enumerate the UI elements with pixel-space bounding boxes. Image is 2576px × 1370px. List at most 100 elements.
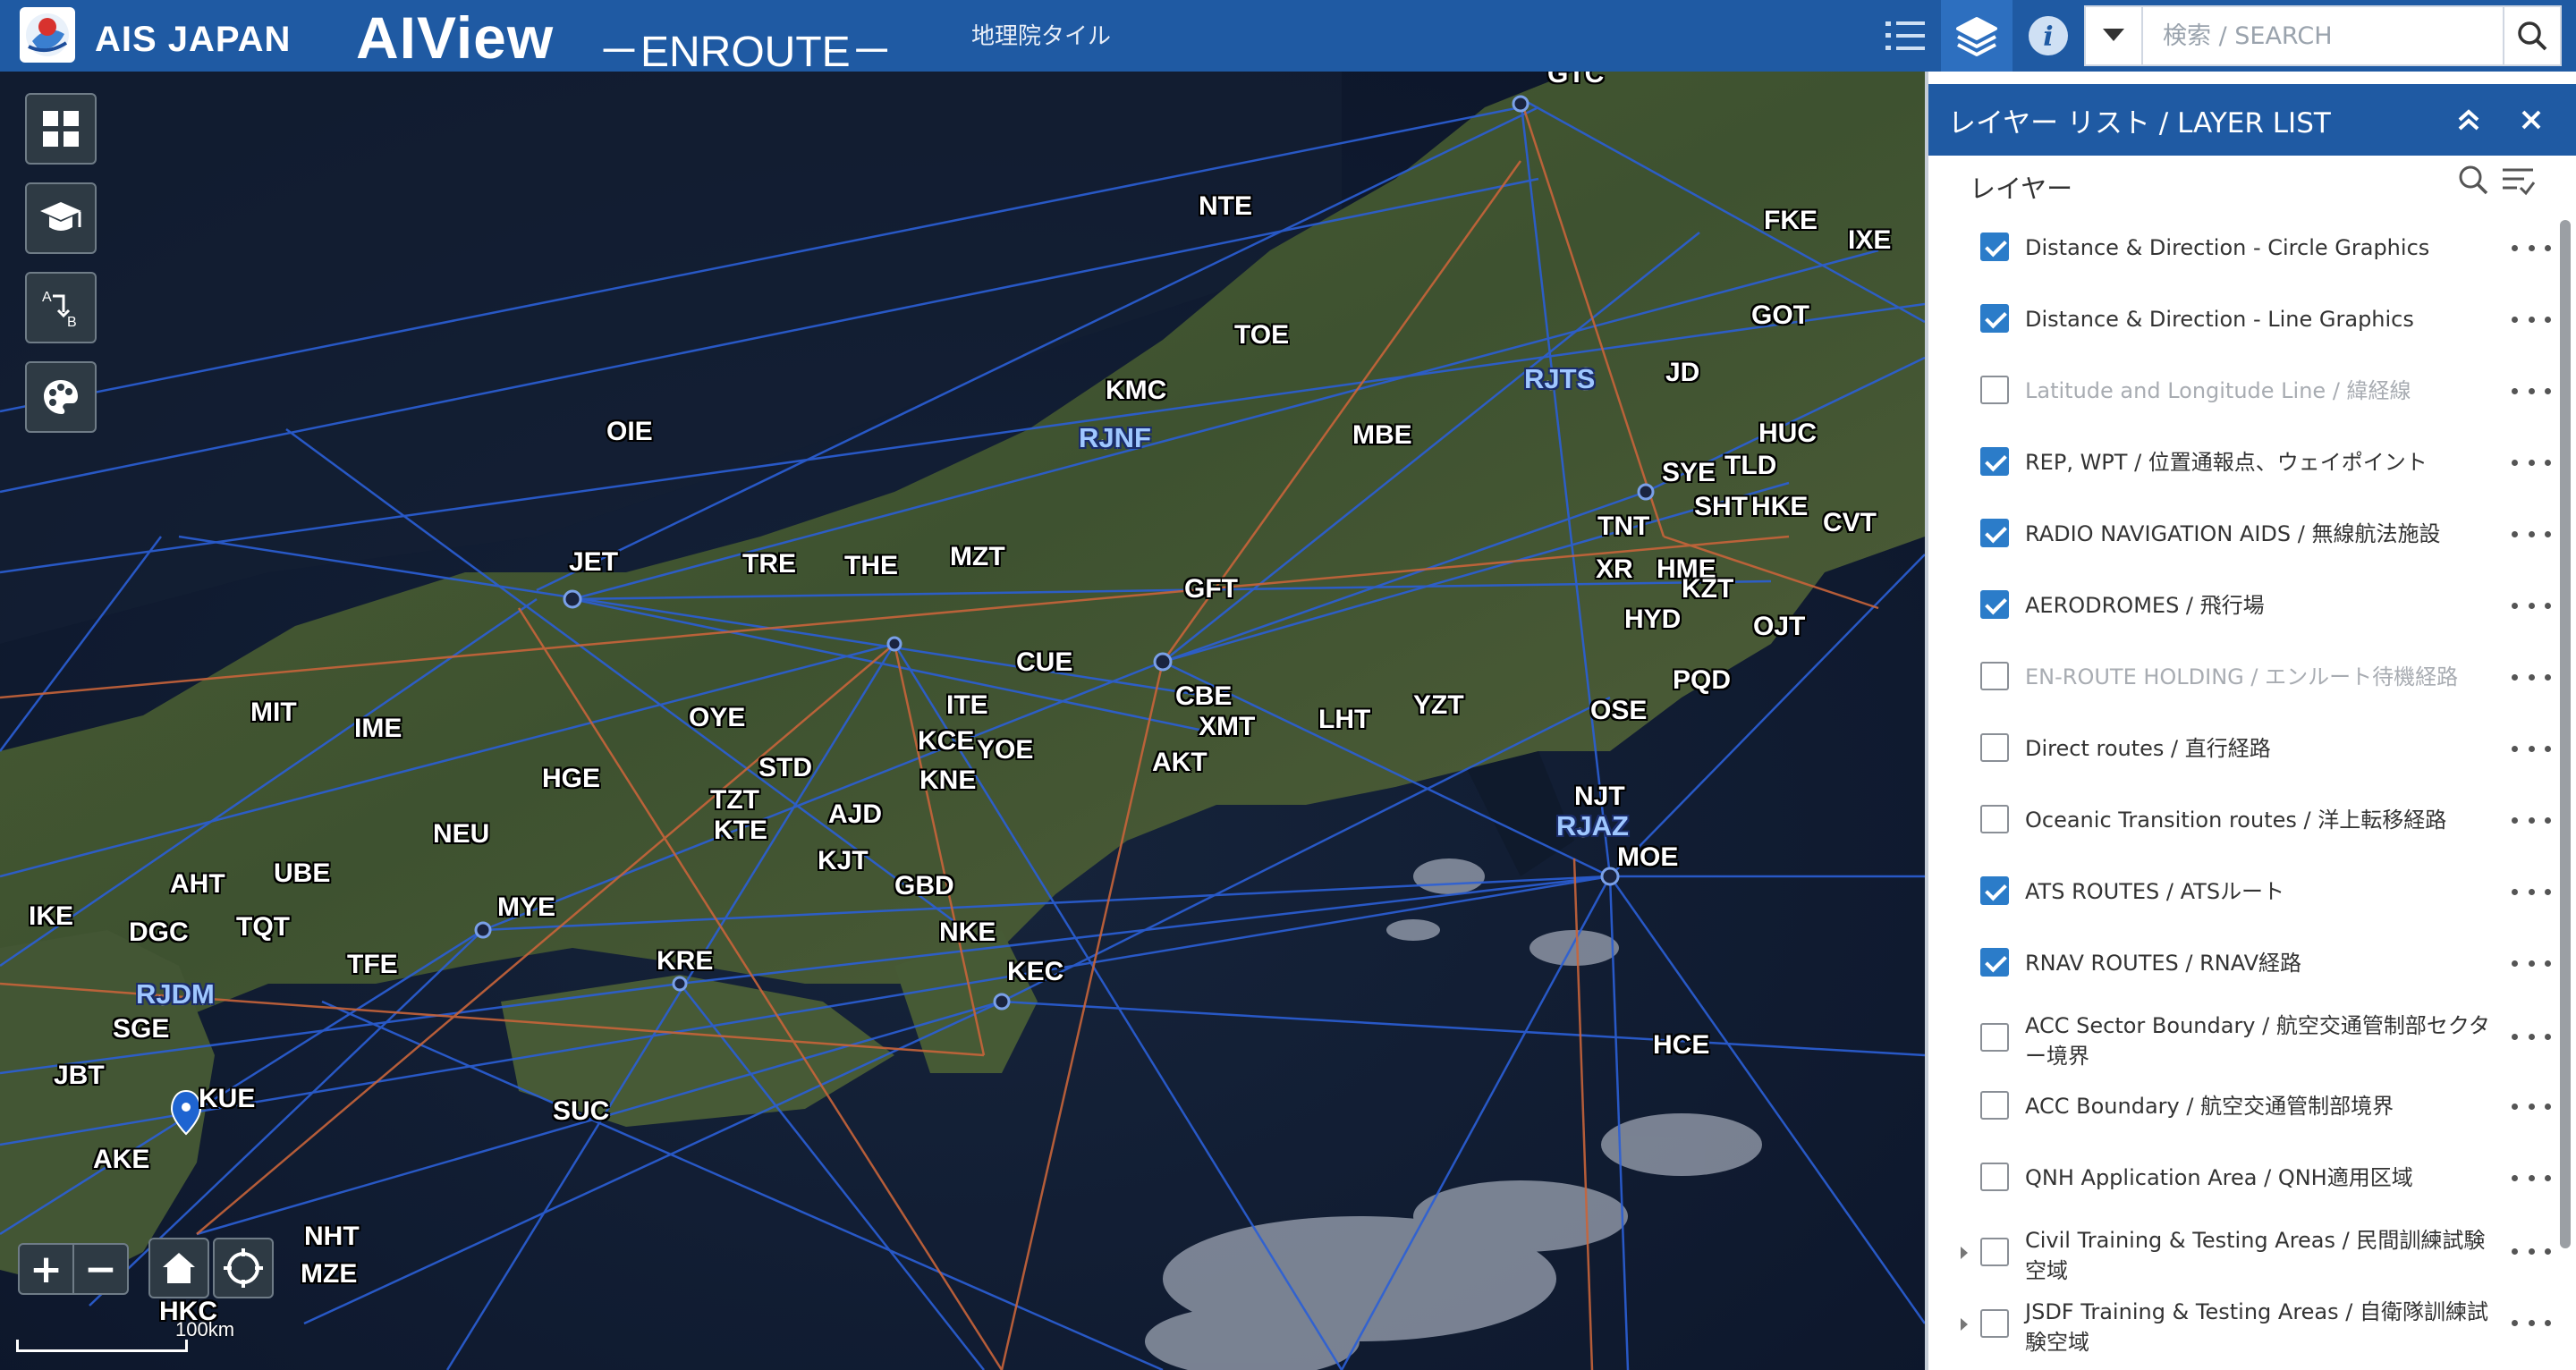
waypoint-label[interactable]: UBE bbox=[274, 858, 330, 889]
waypoint-label[interactable]: TQT bbox=[236, 912, 290, 943]
layer-visibility-checkbox[interactable] bbox=[1980, 1091, 2009, 1120]
layer-visibility-checkbox[interactable] bbox=[1980, 948, 2009, 977]
waypoint-label[interactable]: KNE bbox=[919, 765, 976, 796]
zoom-out-button[interactable]: − bbox=[74, 1245, 127, 1293]
waypoint-label[interactable]: KMC bbox=[1106, 376, 1166, 406]
collapse-button[interactable] bbox=[2449, 100, 2488, 140]
info-button[interactable]: i bbox=[2012, 0, 2084, 72]
waypoint-label[interactable]: TNT bbox=[1597, 512, 1649, 542]
waypoint-label[interactable]: LHT bbox=[1318, 705, 1370, 735]
waypoint-label[interactable]: YOE bbox=[977, 735, 1033, 765]
waypoint-label[interactable]: GBD bbox=[894, 871, 954, 901]
waypoint-label[interactable]: NTE bbox=[1199, 191, 1252, 222]
waypoint-label[interactable]: TFE bbox=[347, 950, 398, 980]
search-button[interactable] bbox=[2503, 7, 2560, 64]
layer-visibility-checkbox[interactable] bbox=[1980, 1023, 2009, 1052]
waypoint-label[interactable]: HKE bbox=[1751, 492, 1808, 522]
waypoint-label[interactable]: MZE bbox=[301, 1259, 357, 1290]
waypoint-label[interactable]: NKE bbox=[939, 918, 996, 948]
aerodrome-label[interactable]: RJDM bbox=[136, 978, 215, 1011]
waypoint-label[interactable]: CBE bbox=[1175, 681, 1232, 712]
waypoint-label[interactable]: JBT bbox=[54, 1061, 105, 1091]
waypoint-label[interactable]: TLD bbox=[1724, 451, 1776, 481]
map-view[interactable]: GTC NTE FKE IXE GOT TOE RJTS JD KMC RJNF… bbox=[0, 72, 1925, 1370]
waypoint-label[interactable]: SHT bbox=[1694, 492, 1748, 522]
layer-options-button[interactable] bbox=[2512, 1093, 2551, 1120]
route-measure-button[interactable]: AB bbox=[25, 272, 97, 343]
waypoint-label[interactable]: AHT bbox=[170, 869, 225, 900]
waypoint-label[interactable]: OIE bbox=[606, 417, 653, 447]
search-source-dropdown[interactable] bbox=[2086, 7, 2143, 64]
waypoint-label[interactable]: OJT bbox=[1753, 612, 1805, 642]
layer-options-button[interactable] bbox=[2512, 1164, 2551, 1191]
layer-visibility-checkbox[interactable] bbox=[1980, 304, 2009, 333]
layer-options-button[interactable] bbox=[2512, 520, 2551, 547]
waypoint-label[interactable]: NJT bbox=[1574, 782, 1625, 812]
layer-options-button[interactable] bbox=[2512, 1238, 2551, 1264]
waypoint-label[interactable]: HCE bbox=[1653, 1030, 1709, 1061]
waypoint-label[interactable]: KZT bbox=[1682, 574, 1733, 605]
waypoint-label[interactable]: HYD bbox=[1624, 605, 1681, 635]
waypoint-label[interactable]: JET bbox=[569, 547, 618, 578]
waypoint-label[interactable]: GFT bbox=[1184, 574, 1238, 605]
education-button[interactable] bbox=[25, 182, 97, 254]
waypoint-label[interactable]: NHT bbox=[304, 1222, 360, 1252]
basemap-gallery-button[interactable] bbox=[25, 93, 97, 165]
layer-options-button[interactable] bbox=[2512, 449, 2551, 476]
waypoint-label[interactable]: AKT bbox=[1152, 748, 1208, 778]
waypoint-label[interactable]: SYE bbox=[1662, 458, 1716, 488]
expand-caret-icon[interactable] bbox=[1961, 1247, 1968, 1259]
layer-options-button[interactable] bbox=[2512, 234, 2551, 261]
waypoint-label[interactable]: AJD bbox=[828, 799, 882, 830]
layer-options-button[interactable] bbox=[2512, 807, 2551, 833]
waypoint-label[interactable]: TRE bbox=[742, 549, 796, 579]
layer-visibility-checkbox[interactable] bbox=[1980, 662, 2009, 690]
layer-options-button[interactable] bbox=[2512, 1309, 2551, 1336]
layer-visibility-checkbox[interactable] bbox=[1980, 1309, 2009, 1338]
zoom-in-button[interactable]: + bbox=[20, 1245, 74, 1293]
waypoint-label[interactable]: GTC bbox=[1547, 72, 1604, 89]
waypoint-label[interactable]: TOE bbox=[1234, 320, 1289, 351]
waypoint-label[interactable]: HUC bbox=[1758, 419, 1817, 449]
waypoint-label[interactable]: MIT bbox=[250, 698, 297, 728]
layer-visibility-checkbox[interactable] bbox=[1980, 233, 2009, 261]
layer-visibility-checkbox[interactable] bbox=[1980, 590, 2009, 619]
waypoint-label[interactable]: OSE bbox=[1590, 696, 1647, 726]
waypoint-label[interactable]: MBE bbox=[1352, 420, 1412, 451]
locate-button[interactable] bbox=[213, 1238, 274, 1298]
waypoint-label[interactable]: SGE bbox=[113, 1014, 169, 1044]
waypoint-label[interactable]: AKE bbox=[93, 1145, 149, 1175]
layer-visibility-checkbox[interactable] bbox=[1980, 1163, 2009, 1191]
waypoint-label[interactable]: MYE bbox=[497, 892, 555, 923]
waypoint-label[interactable]: FKE bbox=[1764, 206, 1818, 236]
waypoint-label[interactable]: SUC bbox=[553, 1096, 609, 1127]
waypoint-label[interactable]: KCE bbox=[918, 726, 974, 757]
layer-visibility-checkbox[interactable] bbox=[1980, 1238, 2009, 1266]
waypoint-label[interactable]: KTE bbox=[714, 816, 767, 846]
waypoint-label[interactable]: HGE bbox=[542, 764, 600, 794]
waypoint-label[interactable]: THE bbox=[844, 551, 898, 581]
legend-list-button[interactable] bbox=[1869, 0, 1941, 72]
waypoint-label[interactable]: CVT bbox=[1823, 508, 1877, 538]
layer-visibility-checkbox[interactable] bbox=[1980, 876, 2009, 905]
waypoint-label[interactable]: ITE bbox=[946, 690, 988, 721]
waypoint-label[interactable]: IME bbox=[354, 714, 402, 744]
waypoint-label[interactable]: DGC bbox=[129, 918, 189, 948]
waypoint-label[interactable]: CUE bbox=[1016, 647, 1072, 678]
waypoint-label[interactable]: IXE bbox=[1848, 225, 1891, 256]
aerodrome-label[interactable]: RJAZ bbox=[1556, 810, 1629, 842]
waypoint-label[interactable]: GOT bbox=[1751, 300, 1809, 331]
aerodrome-label[interactable]: RJNF bbox=[1079, 422, 1151, 454]
waypoint-label[interactable]: TZT bbox=[710, 785, 759, 816]
aerodrome-label[interactable]: RJTS bbox=[1524, 363, 1595, 395]
search-input[interactable] bbox=[2143, 7, 2503, 64]
waypoint-label[interactable]: YZT bbox=[1413, 690, 1464, 721]
expand-caret-icon[interactable] bbox=[1961, 1318, 1968, 1331]
layer-options-button[interactable] bbox=[2512, 664, 2551, 690]
waypoint-label[interactable]: KRE bbox=[657, 946, 713, 977]
close-button[interactable] bbox=[2512, 100, 2551, 140]
home-button[interactable] bbox=[148, 1238, 209, 1298]
waypoint-label[interactable]: MZT bbox=[950, 542, 1005, 572]
panel-scrollbar[interactable] bbox=[2560, 220, 2571, 1248]
layer-options-button[interactable] bbox=[2512, 878, 2551, 905]
